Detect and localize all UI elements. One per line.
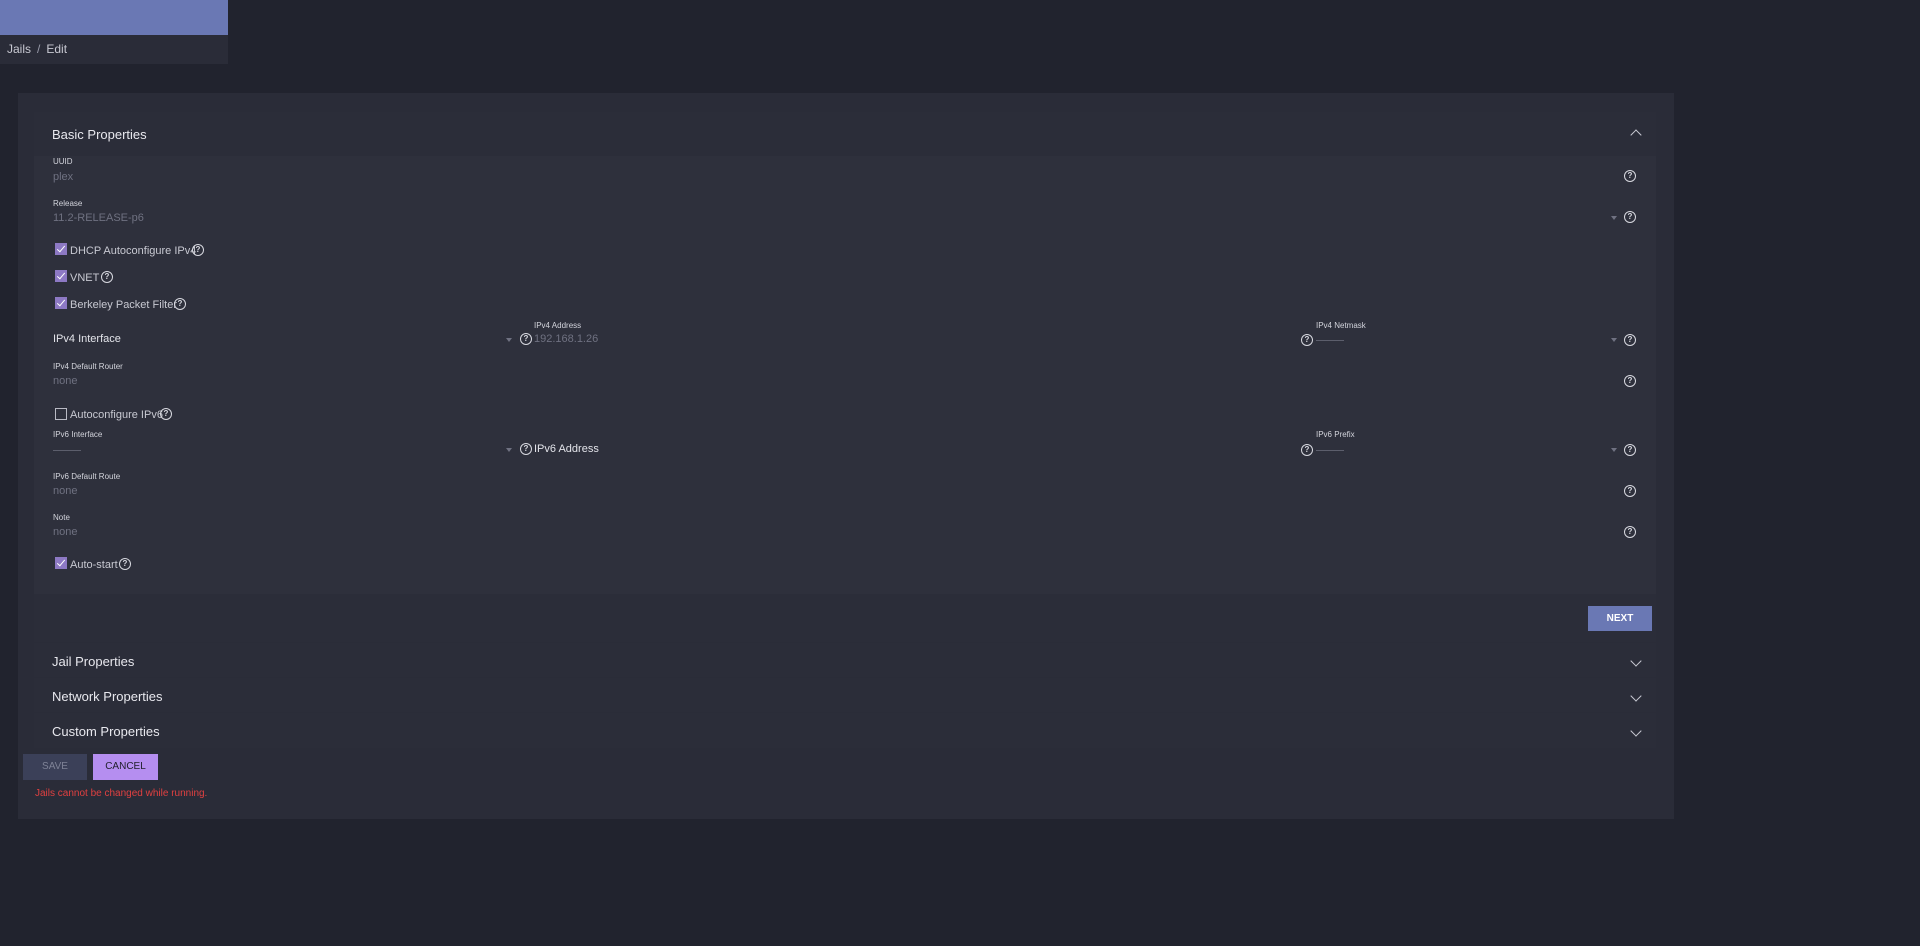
help-icon[interactable]: ? <box>1301 444 1313 456</box>
basic-properties-title: Basic Properties <box>52 127 147 142</box>
jail-properties-title: Jail Properties <box>52 654 135 669</box>
bpf-checkbox[interactable] <box>55 297 67 309</box>
cancel-button[interactable]: CANCEL <box>93 754 158 780</box>
custom-properties-header[interactable] <box>34 713 1656 748</box>
note-label: Note <box>53 513 70 522</box>
header-accent <box>0 0 228 35</box>
ipv4-router-input[interactable]: none <box>53 375 77 387</box>
dropdown-caret-icon[interactable] <box>1611 216 1617 220</box>
vnet-label: VNET <box>70 272 100 284</box>
network-properties-title: Network Properties <box>52 689 163 704</box>
ipv6-route-label: IPv6 Default Route <box>53 472 121 481</box>
uuid-label: UUID <box>53 157 73 166</box>
help-icon[interactable]: ? <box>119 558 131 570</box>
help-icon[interactable]: ? <box>1624 444 1636 456</box>
jail-properties-header[interactable] <box>34 643 1656 677</box>
vnet-checkbox[interactable] <box>55 270 67 282</box>
help-icon[interactable]: ? <box>1301 334 1313 346</box>
next-button[interactable]: NEXT <box>1588 606 1652 631</box>
help-icon[interactable]: ? <box>520 333 532 345</box>
ipv6-interface-select[interactable] <box>53 450 81 451</box>
release-label: Release <box>53 199 83 208</box>
help-icon[interactable]: ? <box>1624 334 1636 346</box>
help-icon[interactable]: ? <box>174 298 186 310</box>
ipv6-route-input[interactable]: none <box>53 485 77 497</box>
ipv4-address-input[interactable]: 192.168.1.26 <box>534 333 598 345</box>
ipv4-netmask-select[interactable] <box>1316 340 1344 341</box>
help-icon[interactable]: ? <box>520 443 532 455</box>
step-actions <box>34 594 1656 642</box>
uuid-input[interactable]: plex <box>53 171 73 183</box>
basic-properties-header[interactable] <box>34 112 1656 156</box>
autoconfigure-ipv6-label: Autoconfigure IPv6 <box>70 409 163 421</box>
help-icon[interactable]: ? <box>1624 211 1636 223</box>
breadcrumb-current: Edit <box>46 42 68 56</box>
ipv4-address-label: IPv4 Address <box>534 321 582 330</box>
help-icon[interactable]: ? <box>1624 526 1636 538</box>
help-icon[interactable]: ? <box>101 271 113 283</box>
ipv4-router-label: IPv4 Default Router <box>53 362 123 371</box>
dropdown-caret-icon[interactable] <box>506 448 512 452</box>
ipv4-interface-select[interactable]: IPv4 Interface <box>53 333 121 345</box>
error-message: Jails cannot be changed while running. <box>35 788 208 799</box>
autostart-label: Auto-start <box>70 559 118 571</box>
autoconfigure-ipv6-checkbox[interactable] <box>55 408 67 420</box>
custom-properties-title: Custom Properties <box>52 724 160 739</box>
autostart-checkbox[interactable] <box>55 557 67 569</box>
dhcp-checkbox[interactable] <box>55 243 67 255</box>
ipv6-interface-label: IPv6 Interface <box>53 430 103 439</box>
dropdown-caret-icon[interactable] <box>506 338 512 342</box>
dropdown-caret-icon[interactable] <box>1611 338 1617 342</box>
breadcrumb-jails-link[interactable]: Jails <box>7 42 31 56</box>
help-icon[interactable]: ? <box>160 408 172 420</box>
breadcrumb-separator: / <box>37 42 41 56</box>
dropdown-caret-icon[interactable] <box>1611 448 1617 452</box>
help-icon[interactable]: ? <box>1624 485 1636 497</box>
ipv4-netmask-label: IPv4 Netmask <box>1316 321 1366 330</box>
network-properties-header[interactable] <box>34 678 1656 712</box>
basic-properties-panel <box>34 112 1656 642</box>
ipv6-prefix-select[interactable] <box>1316 450 1344 451</box>
help-icon[interactable]: ? <box>1624 170 1636 182</box>
note-input[interactable]: none <box>53 526 77 538</box>
ipv6-prefix-label: IPv6 Prefix <box>1316 430 1355 439</box>
release-select[interactable]: 11.2-RELEASE-p6 <box>53 212 144 224</box>
help-icon[interactable]: ? <box>1624 375 1636 387</box>
bpf-label: Berkeley Packet Filter <box>70 299 177 311</box>
ipv6-address-input[interactable]: IPv6 Address <box>534 443 599 455</box>
help-icon[interactable]: ? <box>192 244 204 256</box>
breadcrumb: Jails / Edit <box>7 42 67 56</box>
save-button[interactable]: SAVE <box>23 754 87 780</box>
dhcp-label: DHCP Autoconfigure IPv4 <box>70 245 197 257</box>
